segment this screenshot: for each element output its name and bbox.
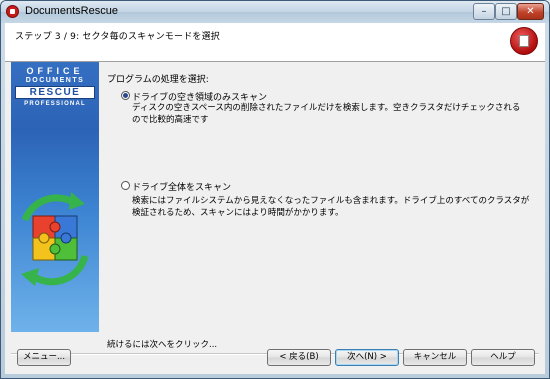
continue-hint: 続けるには次へをクリック...: [107, 340, 218, 350]
scan-whole-drive-label[interactable]: ドライブ全体をスキャン: [132, 180, 231, 193]
brand-documents: DOCUMENTS: [25, 77, 85, 84]
maximize-button[interactable]: □: [495, 3, 517, 20]
next-button[interactable]: 次へ(N) >: [335, 349, 399, 366]
step-title: ステップ 3 / 9: セクタ毎のスキャンモードを選択: [15, 32, 221, 42]
title-bar[interactable]: DocumentsRescue – □ ✕: [1, 1, 549, 23]
sidebar-banner: OFFICE DOCUMENTS RESCUE PROFESSIONAL: [11, 62, 99, 332]
scan-free-space-description: ディスクの空きスペース内の削除されたファイルだけを検索します。空きクラスタだけチ…: [132, 103, 521, 125]
window-title: DocumentsRescue: [25, 5, 118, 17]
scan-free-space-radio[interactable]: [121, 91, 130, 100]
brand-rescue: RESCUE: [29, 87, 81, 98]
app-logo-icon[interactable]: [6, 5, 19, 18]
content-panel: プログラムの処理を選択: ドライブの空き領域のみスキャン ディスクの空きスペース…: [105, 62, 535, 350]
minimize-button[interactable]: –: [473, 3, 495, 20]
brand-professional: PROFESSIONAL: [24, 101, 86, 107]
wizard-body: ステップ 3 / 9: セクタ毎のスキャンモードを選択 OFFICE DOCUM…: [5, 23, 545, 374]
scan-whole-drive-description: 検索にはファイルシステムから見えなくなったファイルも含まれます。ドライブ上のすべ…: [132, 196, 530, 218]
product-logo-icon: [510, 27, 538, 55]
brand-rescue-box: RESCUE: [15, 86, 95, 99]
back-button[interactable]: < 戻る(B): [267, 349, 331, 366]
help-button[interactable]: ヘルプ: [471, 349, 535, 366]
menu-button[interactable]: メニュー...: [17, 349, 71, 366]
scan-whole-drive-radio[interactable]: [121, 181, 130, 190]
prompt-label: プログラムの処理を選択:: [107, 75, 209, 85]
close-button[interactable]: ✕: [517, 3, 544, 20]
brand-office: OFFICE: [26, 66, 84, 76]
cancel-button[interactable]: キャンセル: [403, 349, 467, 366]
puzzle-recycle-icon: [21, 192, 89, 286]
main-window: DocumentsRescue – □ ✕ ステップ 3 / 9: セクタ毎のス…: [0, 0, 550, 379]
wizard-header: ステップ 3 / 9: セクタ毎のスキャンモードを選択: [5, 23, 545, 62]
